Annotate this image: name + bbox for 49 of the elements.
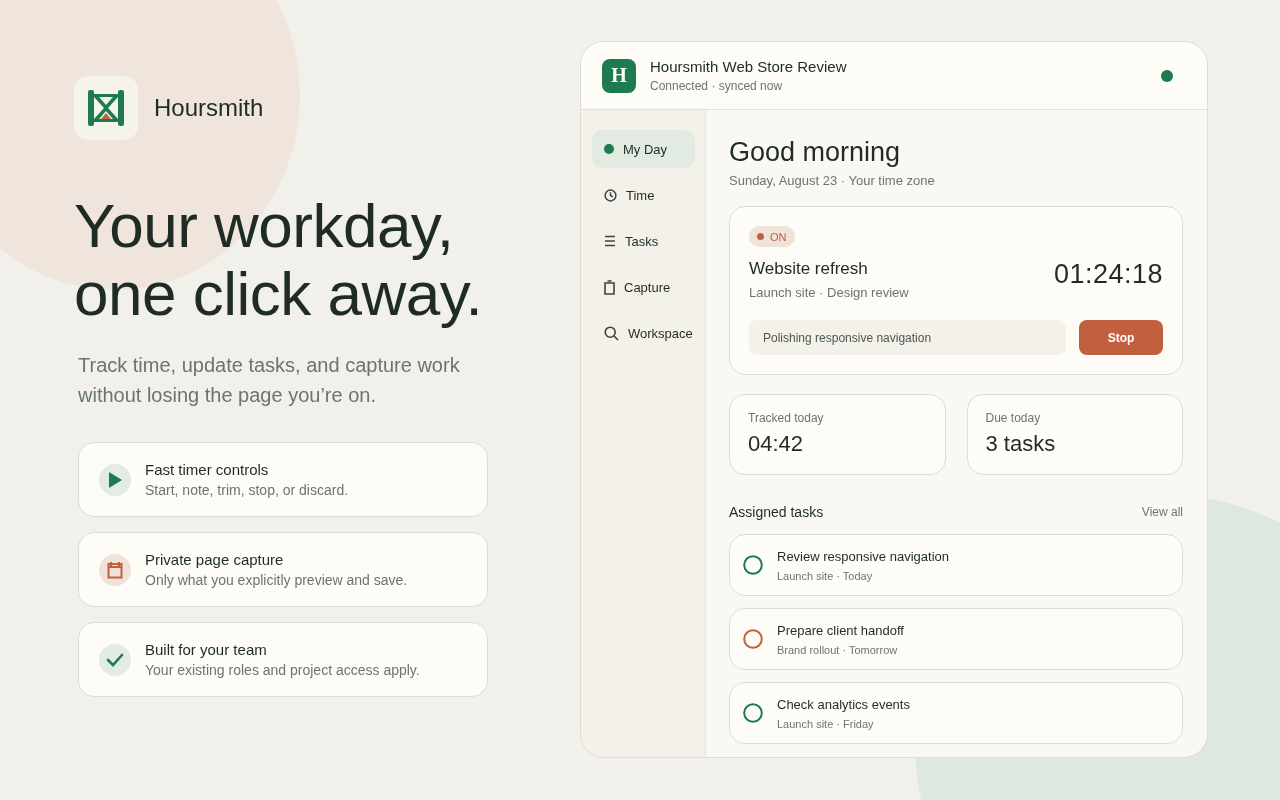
clipboard-icon <box>604 279 615 295</box>
brand-name: Hoursmith <box>154 94 264 122</box>
project-meta: Launch site · Design review <box>749 285 909 300</box>
project-name: Website refresh <box>749 259 869 279</box>
greeting-heading: Good morning <box>729 137 902 168</box>
feature-description: Start, note, trim, stop, or discard. <box>145 482 349 498</box>
feature-title: Fast timer controls <box>145 461 270 478</box>
sidebar-item[interactable]: Capture <box>592 268 695 306</box>
task-title: Prepare client handoff <box>777 622 904 638</box>
sidebar-item[interactable]: Time <box>592 176 695 214</box>
status-badge: ON <box>749 226 795 247</box>
feature-title: Built for your team <box>145 641 268 658</box>
task-item[interactable]: Review responsive navigation Launch site · Today <box>729 534 1183 596</box>
hero-heading: Your workday, one click away. <box>74 192 484 328</box>
task-meta: Launch site · Today <box>777 569 874 582</box>
dot-icon <box>604 144 614 154</box>
feature-description: Only what you explicitly preview and save. <box>145 572 408 588</box>
stat-label: Tracked today <box>748 411 825 425</box>
search-icon <box>604 325 619 341</box>
view-all-link[interactable]: View all <box>1141 505 1183 519</box>
sidebar-item[interactable]: My Day <box>592 130 695 168</box>
task-item[interactable]: Check analytics events Launch site · Friday <box>729 682 1183 744</box>
calendar-icon <box>107 560 123 579</box>
play-icon <box>108 471 122 488</box>
logo-letter: H <box>611 64 627 87</box>
hero-subtitle: Track time, update tasks, and capture work without losing the page you’re on. <box>78 353 461 408</box>
hourglass-logo-icon <box>74 76 138 140</box>
connection-status: Connected · synced now <box>650 79 784 93</box>
date-line: Sunday, August 23 · Your time zone <box>729 173 936 188</box>
stat-value: 04:42 <box>748 431 805 457</box>
task-meta: Launch site · Friday <box>777 717 875 730</box>
stop-button[interactable]: Stop <box>1079 320 1163 355</box>
stat-value: 3 tasks <box>985 431 1057 457</box>
note-input-field[interactable]: Polishing responsive navigation <box>749 320 1066 355</box>
clock-icon <box>604 188 617 202</box>
sidebar-item[interactable]: Workspace <box>592 314 695 352</box>
feature-title: Private page capture <box>145 551 285 568</box>
task-title: Review responsive navigation <box>777 548 949 564</box>
feature-description: Your existing roles and project access apply. <box>145 662 420 678</box>
task-item[interactable]: Prepare client handoff Brand rollout · Tomorrow <box>729 608 1183 670</box>
sidebar-item[interactable]: Tasks <box>592 222 695 260</box>
list-icon <box>604 235 616 247</box>
elapsed-time: 01:24:18 <box>1053 259 1163 290</box>
stat-label: Due today <box>985 411 1042 425</box>
task-meta: Brand rollout · Tomorrow <box>777 643 899 656</box>
task-title: Check analytics events <box>777 696 910 712</box>
check-icon <box>106 652 124 667</box>
section-title: Assigned tasks <box>729 504 824 520</box>
window-title: Hoursmith Web Store Review <box>650 58 848 75</box>
